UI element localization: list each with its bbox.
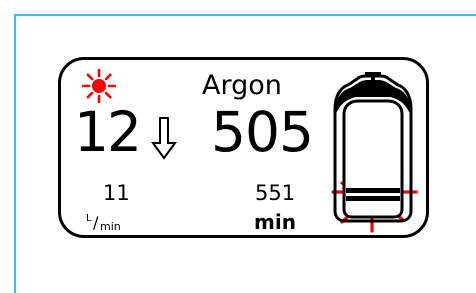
flow-unit: L / min: [86, 213, 134, 233]
down-arrow-icon: [151, 117, 177, 160]
time-current-value: 505: [211, 100, 314, 164]
gas-display-screen: Argon 12 505 11 551 L / min min: [0, 0, 476, 293]
flow-unit-denominator: min: [100, 220, 121, 233]
flow-setting-value: 11: [103, 181, 130, 205]
frame-left-border: [14, 14, 16, 293]
flow-current-value: 12: [74, 100, 142, 164]
flow-unit-slash: /: [93, 213, 99, 232]
time-setting-value: 551: [255, 181, 296, 205]
gas-name: Argon: [202, 70, 282, 101]
time-unit: min: [254, 210, 296, 234]
sun-icon: [82, 69, 116, 103]
frame-top-border: [14, 14, 476, 16]
flow-unit-numerator: L: [86, 213, 92, 224]
gas-bottle-icon: [331, 72, 418, 233]
